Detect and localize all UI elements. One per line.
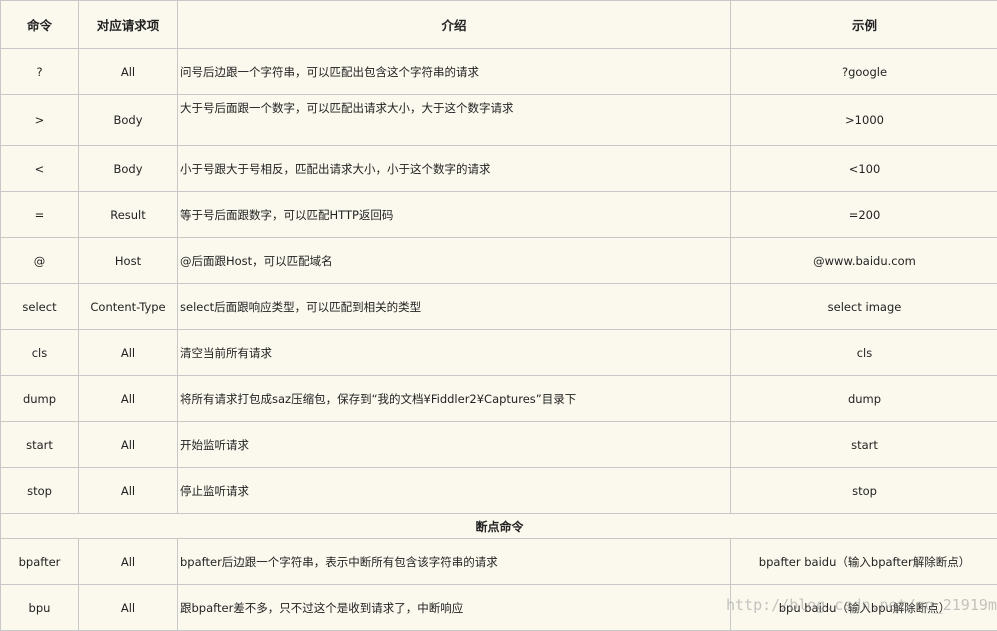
example-cell: dump (731, 376, 997, 422)
table-row: start All 开始监听请求 start (1, 422, 997, 468)
command-cell: < (1, 146, 79, 192)
field-cell: Body (79, 146, 178, 192)
field-cell: All (79, 330, 178, 376)
table-row: dump All 将所有请求打包成saz压缩包，保存到“我的文档¥Fiddler… (1, 376, 997, 422)
command-cell: dump (1, 376, 79, 422)
field-cell: Result (79, 192, 178, 238)
example-cell: start (731, 422, 997, 468)
table-row: cls All 清空当前所有请求 cls (1, 330, 997, 376)
header-description: 介绍 (178, 1, 731, 49)
example-cell: bpu baidu（输入bpu解除断点） (731, 585, 997, 631)
description-cell: 清空当前所有请求 (178, 330, 731, 376)
field-cell: All (79, 49, 178, 95)
field-cell: Body (79, 95, 178, 146)
example-cell: bpafter baidu（输入bpafter解除断点） (731, 539, 997, 585)
field-cell: All (79, 376, 178, 422)
section-header-row: 断点命令 (1, 514, 997, 539)
header-example: 示例 (731, 1, 997, 49)
description-cell: 等于号后面跟数字，可以匹配HTTP返回码 (178, 192, 731, 238)
command-cell: ? (1, 49, 79, 95)
table-row: = Result 等于号后面跟数字，可以匹配HTTP返回码 =200 (1, 192, 997, 238)
table-row: bpu All 跟bpafter差不多，只不过这个是收到请求了，中断响应 bpu… (1, 585, 997, 631)
example-cell: >1000 (731, 95, 997, 146)
description-cell: 小于号跟大于号相反，匹配出请求大小，小于这个数字的请求 (178, 146, 731, 192)
command-cell: = (1, 192, 79, 238)
table-row: > Body 大于号后面跟一个数字，可以匹配出请求大小，大于这个数字请求 >10… (1, 95, 997, 146)
table-row: bpafter All bpafter后边跟一个字符串，表示中断所有包含该字符串… (1, 539, 997, 585)
command-cell: stop (1, 468, 79, 514)
description-cell: 停止监听请求 (178, 468, 731, 514)
table-row: select Content-Type select后面跟响应类型，可以匹配到相… (1, 284, 997, 330)
description-cell: 将所有请求打包成saz压缩包，保存到“我的文档¥Fiddler2¥Capture… (178, 376, 731, 422)
description-cell: 大于号后面跟一个数字，可以匹配出请求大小，大于这个数字请求 (178, 95, 731, 146)
description-cell: select后面跟响应类型，可以匹配到相关的类型 (178, 284, 731, 330)
description-cell: @后面跟Host，可以匹配域名 (178, 238, 731, 284)
example-cell: cls (731, 330, 997, 376)
field-cell: All (79, 539, 178, 585)
example-cell: select image (731, 284, 997, 330)
field-cell: Host (79, 238, 178, 284)
table-row: @ Host @后面跟Host，可以匹配域名 @www.baidu.com (1, 238, 997, 284)
example-cell: stop (731, 468, 997, 514)
field-cell: All (79, 468, 178, 514)
fiddler-commands-table: 命令 对应请求项 介绍 示例 ? All 问号后边跟一个字符串，可以匹配出包含这… (0, 0, 997, 631)
description-cell: bpafter后边跟一个字符串，表示中断所有包含该字符串的请求 (178, 539, 731, 585)
command-cell: bpu (1, 585, 79, 631)
section-title: 断点命令 (1, 514, 997, 539)
description-cell: 问号后边跟一个字符串，可以匹配出包含这个字符串的请求 (178, 49, 731, 95)
field-cell: All (79, 585, 178, 631)
field-cell: All (79, 422, 178, 468)
description-cell: 跟bpafter差不多，只不过这个是收到请求了，中断响应 (178, 585, 731, 631)
table-row: ? All 问号后边跟一个字符串，可以匹配出包含这个字符串的请求 ?google (1, 49, 997, 95)
command-cell: bpafter (1, 539, 79, 585)
command-cell: start (1, 422, 79, 468)
example-cell: ?google (731, 49, 997, 95)
command-cell: > (1, 95, 79, 146)
command-cell: cls (1, 330, 79, 376)
table-row: stop All 停止监听请求 stop (1, 468, 997, 514)
header-request-field: 对应请求项 (79, 1, 178, 49)
example-cell: @www.baidu.com (731, 238, 997, 284)
command-cell: @ (1, 238, 79, 284)
command-cell: select (1, 284, 79, 330)
table-row: < Body 小于号跟大于号相反，匹配出请求大小，小于这个数字的请求 <100 (1, 146, 997, 192)
example-cell: <100 (731, 146, 997, 192)
example-cell: =200 (731, 192, 997, 238)
header-row: 命令 对应请求项 介绍 示例 (1, 1, 997, 49)
description-cell: 开始监听请求 (178, 422, 731, 468)
field-cell: Content-Type (79, 284, 178, 330)
header-command: 命令 (1, 1, 79, 49)
